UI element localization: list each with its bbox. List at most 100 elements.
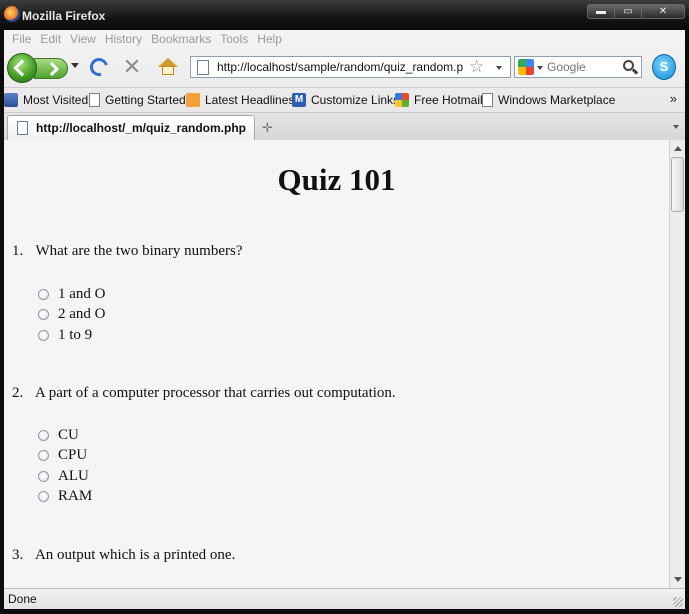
bookmark-most-visited[interactable]: Most Visited [4,92,88,108]
title-bar[interactable]: Mozilla Firefox ▬ ▭ ✕ [0,0,689,30]
radio-button[interactable] [38,308,49,320]
close-button[interactable]: ✕ [641,4,685,19]
option-label: 1 to 9 [58,326,93,343]
page-icon [17,121,28,135]
minimize-button[interactable]: ▬ [587,4,615,19]
answer-option[interactable]: 1 to 9 [38,326,92,344]
url-input[interactable] [217,58,463,76]
option-label: CU [58,426,79,443]
scroll-thumb[interactable] [671,157,684,212]
bookmark-star-icon[interactable]: ☆ [469,57,484,77]
window-controls: ▬ ▭ ✕ [587,4,685,19]
answer-option[interactable]: CU [38,426,79,444]
radio-button[interactable] [38,449,49,461]
page-icon [482,93,493,107]
search-engine-dropdown-icon[interactable] [537,66,543,70]
new-tab-icon[interactable]: ✛ [262,120,273,136]
page-icon [89,93,100,107]
page-content: Quiz 101 1. What are the two binary numb… [4,140,669,588]
menu-history[interactable]: History [101,30,147,50]
option-label: CPU [58,446,88,463]
search-input[interactable] [547,58,619,76]
option-label: 1 and O [58,285,106,302]
firefox-logo-icon [4,6,20,22]
tab-label: http://localhost/_m/quiz_random.php [36,121,246,135]
question-text: What are the two binary numbers? [35,243,243,259]
vertical-scrollbar[interactable] [669,140,685,588]
radio-button[interactable] [38,329,49,341]
question-text: An output which is a printed one. [34,547,236,563]
m-icon: M [292,93,306,107]
windows-icon [395,93,409,107]
question-number: 2. [12,385,24,401]
back-forward-group [7,53,81,83]
maximize-button[interactable]: ▭ [614,4,642,19]
most-visited-icon [4,93,18,107]
address-bar[interactable]: ☆ [190,56,511,78]
answer-option[interactable]: 2 and O [38,305,106,323]
bookmark-label: Getting Started [105,93,186,107]
status-text: Done [8,592,37,606]
bookmarks-toolbar: Most Visited Getting Started Latest Head… [4,87,685,111]
back-button[interactable] [7,53,37,83]
tab-quiz-random[interactable]: http://localhost/_m/quiz_random.php [7,115,255,140]
menu-edit[interactable]: Edit [36,30,66,50]
bookmark-label: Free Hotmail [414,93,483,107]
stop-icon[interactable]: ✕ [121,56,143,79]
radio-button[interactable] [38,288,49,300]
bookmarks-overflow-chevron-icon[interactable]: » [670,91,677,106]
menu-view[interactable]: View [66,30,101,50]
history-dropdown-icon[interactable] [71,63,79,68]
navigation-toolbar: ✕ ☆ S [4,50,685,86]
question-number: 3. [12,547,24,563]
option-label: 2 and O [58,305,106,322]
tab-strip: http://localhost/_m/quiz_random.php ✛ [4,112,685,140]
radio-button[interactable] [38,429,49,441]
menu-tools[interactable]: Tools [216,30,253,50]
menu-file[interactable]: File [8,30,36,50]
rss-icon [186,93,200,107]
bookmark-free-hotmail[interactable]: Free Hotmail [395,92,483,108]
radio-button[interactable] [38,470,49,482]
scroll-down-arrow-icon[interactable] [674,577,682,582]
skype-icon[interactable]: S [652,54,676,80]
status-bar: Done [4,588,685,609]
bookmark-label: Customize Links [311,93,400,107]
page-icon [197,60,209,75]
url-dropdown-icon[interactable] [496,66,502,70]
bookmark-label: Latest Headlines [205,93,295,107]
bookmark-latest-headlines[interactable]: Latest Headlines [186,92,294,108]
home-icon[interactable] [158,58,178,76]
radio-button[interactable] [38,490,49,502]
window-title: Mozilla Firefox [22,9,106,23]
question-3: 3. An output which is a printed one. [12,547,235,564]
question-2: 2. A part of a computer processor that c… [12,385,396,402]
option-label: ALU [58,467,89,484]
forward-button[interactable] [34,58,68,79]
bookmark-getting-started[interactable]: Getting Started [89,92,186,108]
resize-grip-icon[interactable] [673,597,683,607]
menu-help[interactable]: Help [253,30,287,50]
browser-window: Mozilla Firefox ▬ ▭ ✕ File Edit View His… [0,0,689,614]
page-title: Quiz 101 [277,162,396,197]
bookmark-label: Windows Marketplace [498,93,616,107]
question-1: 1. What are the two binary numbers? [12,243,243,260]
answer-option[interactable]: ALU [38,467,89,485]
tab-list-dropdown-icon[interactable] [673,125,679,129]
bookmark-label: Most Visited [23,93,89,107]
bookmark-customize-links[interactable]: M Customize Links [292,92,399,108]
bookmark-windows-marketplace[interactable]: Windows Marketplace [482,92,615,108]
scroll-up-arrow-icon[interactable] [674,146,682,151]
question-text: A part of a computer processor that carr… [34,385,396,401]
browser-chrome: File Edit View History Bookmarks Tools H… [4,30,685,140]
answer-option[interactable]: 1 and O [38,285,106,303]
answer-option[interactable]: CPU [38,446,87,464]
question-number: 1. [12,243,24,259]
answer-option[interactable]: RAM [38,487,92,505]
option-label: RAM [58,487,93,504]
menu-bookmarks[interactable]: Bookmarks [147,30,216,50]
reload-icon[interactable] [86,54,112,80]
search-bar[interactable] [514,56,642,78]
google-icon[interactable] [518,59,534,75]
search-icon[interactable] [623,60,634,71]
